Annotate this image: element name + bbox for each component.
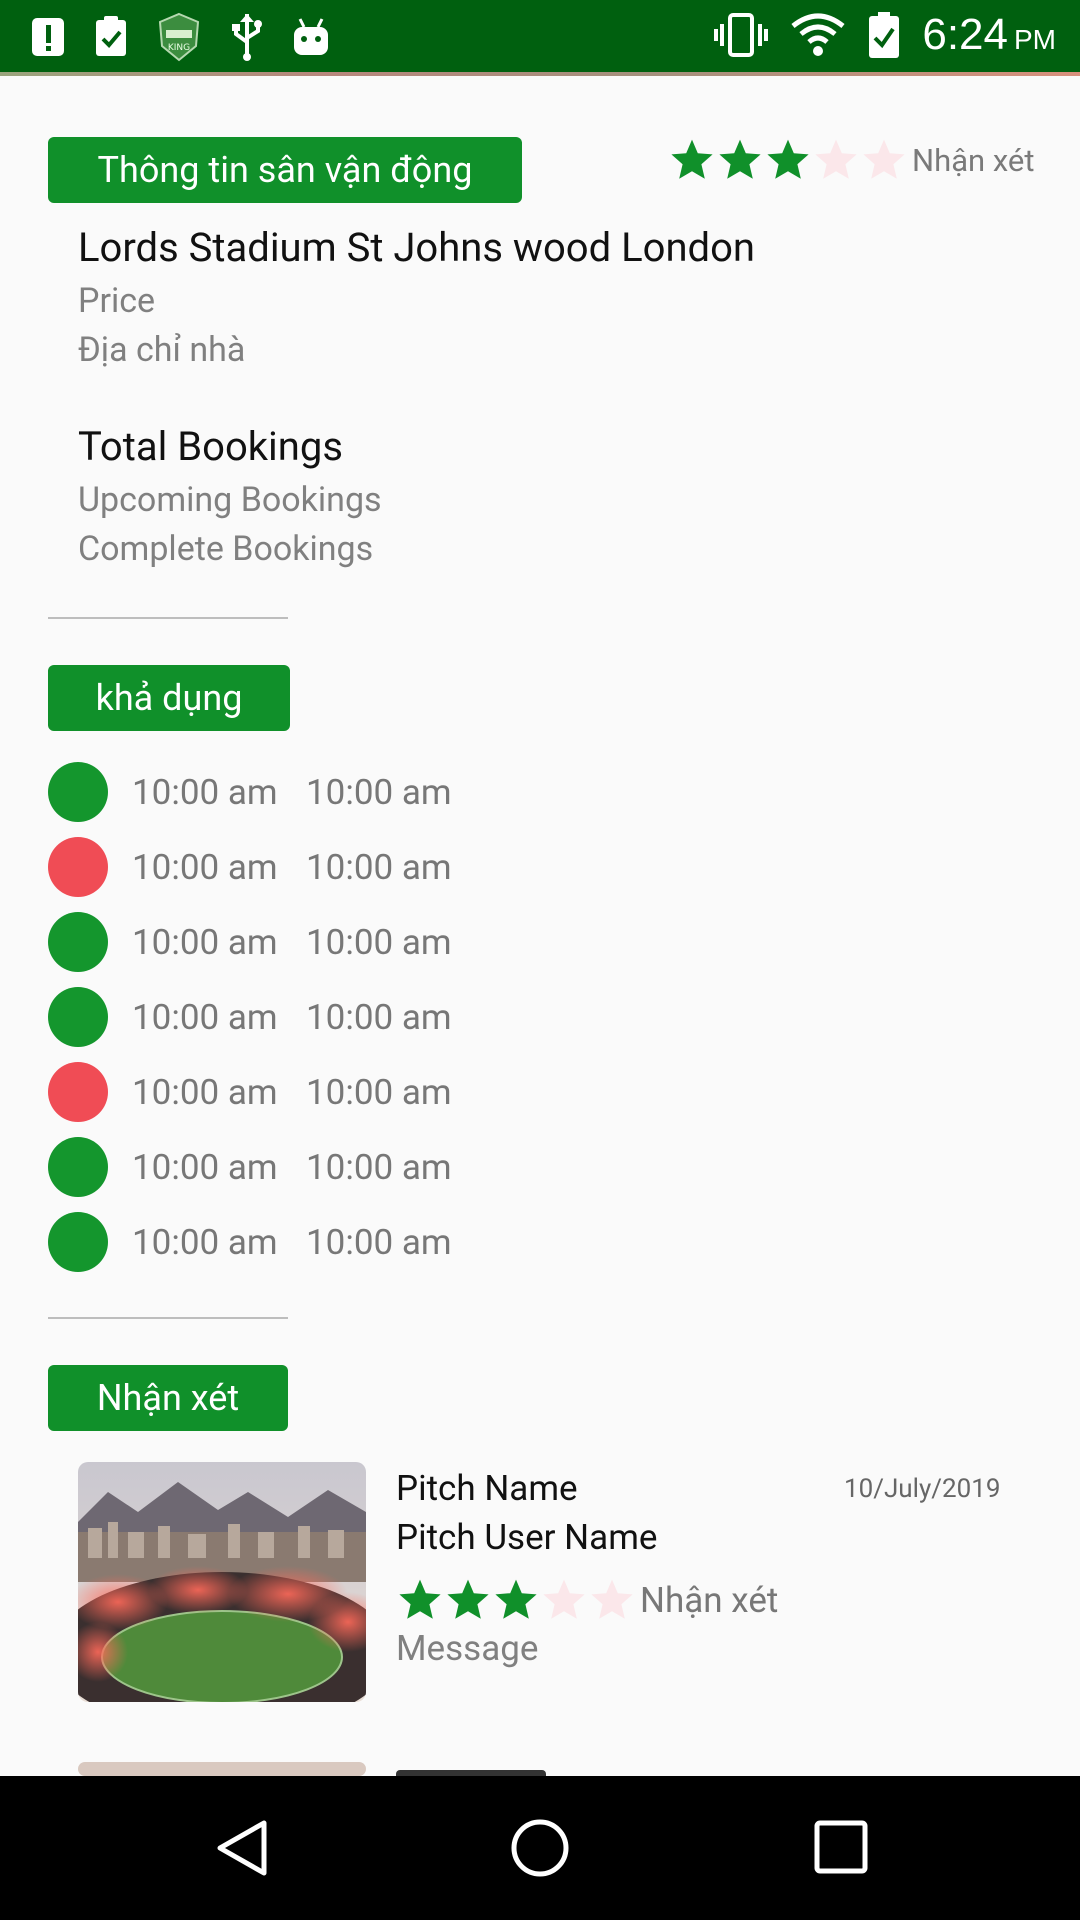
navigation-bar xyxy=(0,1776,1080,1920)
slot-start-time: 10:00 am xyxy=(132,1146,278,1188)
stadium-info-button[interactable]: Thông tin sân vận động xyxy=(48,137,522,203)
review-rating: Nhận xét xyxy=(396,1576,778,1624)
slot-end-time: 10:00 am xyxy=(306,996,452,1038)
review-rating-label: Nhận xét xyxy=(640,1579,779,1621)
stadium-name: Lords Stadium St Johns wood London xyxy=(78,224,755,271)
pitch-user-name: Pitch User Name xyxy=(396,1517,658,1558)
alert-icon xyxy=(32,18,64,56)
upcoming-bookings-label[interactable]: Upcoming Bookings xyxy=(78,480,382,520)
slot-start-time: 10:00 am xyxy=(132,921,278,963)
availability-button[interactable]: khả dụng xyxy=(48,665,290,731)
slot-start-time: 10:00 am xyxy=(132,771,278,813)
time-slot-row[interactable]: 10:00 am 10:00 am xyxy=(48,1137,452,1197)
battery-icon xyxy=(869,12,900,58)
booked-status-dot xyxy=(48,1062,108,1122)
slot-end-time: 10:00 am xyxy=(306,1221,452,1263)
clock: 6:24 PM xyxy=(922,10,1056,59)
home-icon[interactable] xyxy=(510,1818,570,1878)
star-filled-icon xyxy=(764,136,812,184)
next-review-title-partial xyxy=(396,1768,556,1776)
header-image-strip xyxy=(0,72,1080,76)
available-status-dot xyxy=(48,1137,108,1197)
svg-text:KING: KING xyxy=(168,43,190,53)
slot-start-time: 10:00 am xyxy=(132,996,278,1038)
slot-start-time: 10:00 am xyxy=(132,1071,278,1113)
star-filled-icon xyxy=(716,136,764,184)
status-bar: KING 6:24 PM xyxy=(0,0,1080,72)
slot-end-time: 10:00 am xyxy=(306,771,452,813)
recents-icon[interactable] xyxy=(814,1820,868,1874)
divider xyxy=(48,617,288,619)
total-bookings-label: Total Bookings xyxy=(78,423,343,470)
android-icon xyxy=(294,18,328,55)
available-status-dot xyxy=(48,762,108,822)
slot-end-time: 10:00 am xyxy=(306,1146,452,1188)
slot-end-time: 10:00 am xyxy=(306,1071,452,1113)
stadium-detail-screen: KING 6:24 PM Thông tin sân vận động Nhận … xyxy=(0,0,1080,1920)
star-empty-icon xyxy=(812,136,860,184)
back-icon[interactable] xyxy=(214,1818,270,1878)
app-logo-icon: KING xyxy=(158,12,200,62)
time-slot-row[interactable]: 10:00 am 10:00 am xyxy=(48,1062,452,1122)
booked-status-dot xyxy=(48,837,108,897)
slot-end-time: 10:00 am xyxy=(306,921,452,963)
slot-start-time: 10:00 am xyxy=(132,846,278,888)
time-slot-row[interactable]: 10:00 am 10:00 am xyxy=(48,1212,452,1272)
star-empty-icon xyxy=(860,136,908,184)
star-filled-icon xyxy=(492,1576,540,1624)
review-date: 10/July/2019 xyxy=(844,1474,1001,1504)
star-filled-icon xyxy=(396,1576,444,1624)
time-slot-row[interactable]: 10:00 am 10:00 am xyxy=(48,762,452,822)
pitch-name: Pitch Name xyxy=(396,1468,578,1509)
time-slot-row[interactable]: 10:00 am 10:00 am xyxy=(48,987,452,1047)
available-status-dot xyxy=(48,987,108,1047)
rating-label[interactable]: Nhận xét xyxy=(912,142,1035,179)
wifi-icon xyxy=(791,13,845,56)
star-filled-icon xyxy=(668,136,716,184)
price-label: Price xyxy=(78,281,156,321)
vibrate-icon xyxy=(714,13,769,57)
time-slot-row[interactable]: 10:00 am 10:00 am xyxy=(48,912,452,972)
divider xyxy=(48,1317,288,1319)
usb-icon xyxy=(232,14,262,61)
slot-end-time: 10:00 am xyxy=(306,846,452,888)
time-slot-row[interactable]: 10:00 am 10:00 am xyxy=(48,837,452,897)
available-status-dot xyxy=(48,912,108,972)
star-empty-icon xyxy=(540,1576,588,1624)
review-message: Message xyxy=(396,1628,539,1669)
slot-start-time: 10:00 am xyxy=(132,1221,278,1263)
star-empty-icon xyxy=(588,1576,636,1624)
clipboard-check-icon xyxy=(96,16,126,56)
complete-bookings-label[interactable]: Complete Bookings xyxy=(78,529,373,569)
pitch-photo xyxy=(78,1462,366,1702)
available-status-dot xyxy=(48,1212,108,1272)
pitch-photo-partial xyxy=(78,1762,366,1776)
stadium-rating: Nhận xét xyxy=(668,136,1035,184)
reviews-button[interactable]: Nhận xét xyxy=(48,1365,288,1431)
star-filled-icon xyxy=(444,1576,492,1624)
address-label: Địa chỉ nhà xyxy=(78,330,246,370)
